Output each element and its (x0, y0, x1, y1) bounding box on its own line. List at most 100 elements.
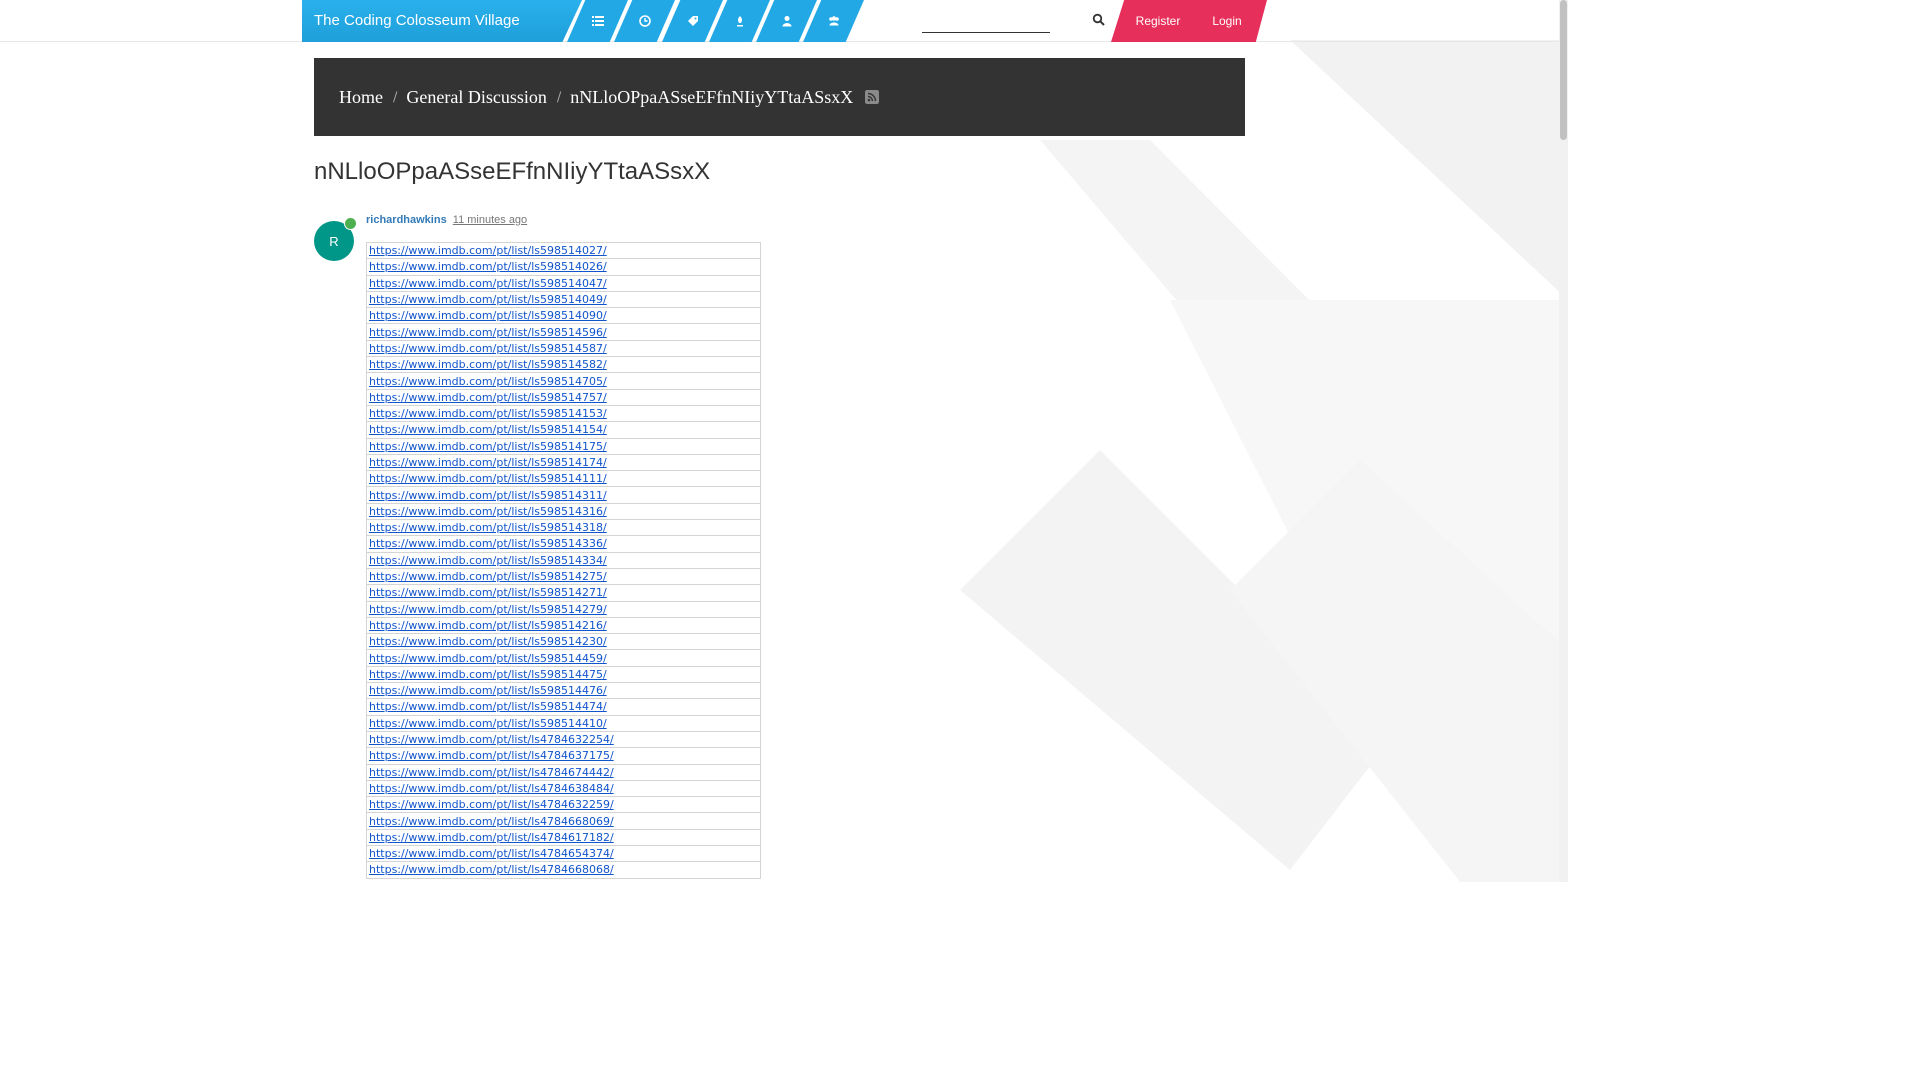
imdb-list-link[interactable]: https://www.imdb.com/pt/list/ls598514334… (369, 554, 607, 567)
tags-icon (687, 16, 698, 26)
post-links-table: https://www.imdb.com/pt/list/ls598514027… (366, 241, 761, 879)
table-cell: https://www.imdb.com/pt/list/ls598514279… (366, 600, 761, 618)
imdb-list-link[interactable]: https://www.imdb.com/pt/list/ls478463225… (369, 798, 614, 811)
table-row: https://www.imdb.com/pt/list/ls598514757… (366, 388, 761, 406)
topic-title: nNLloOPpaASseEFfnNIiyYTtaASsxX (314, 158, 711, 185)
post-timestamp[interactable]: 11 minutes ago (453, 214, 527, 226)
breadcrumb-category[interactable]: General Discussion (406, 87, 546, 108)
groups-icon (828, 16, 839, 26)
scrollbar-thumb[interactable] (1560, 0, 1567, 140)
table-cell: https://www.imdb.com/pt/list/ls478463225… (366, 796, 761, 814)
table-row: https://www.imdb.com/pt/list/ls598514026… (366, 258, 761, 276)
table-row: https://www.imdb.com/pt/list/ls478466806… (366, 812, 761, 830)
imdb-list-link[interactable]: https://www.imdb.com/pt/list/ls478463848… (369, 782, 614, 795)
imdb-list-link[interactable]: https://www.imdb.com/pt/list/ls598514047… (369, 277, 607, 290)
imdb-list-link[interactable]: https://www.imdb.com/pt/list/ls478463225… (369, 733, 614, 746)
rss-icon[interactable] (865, 90, 880, 104)
table-cell: https://www.imdb.com/pt/list/ls598514174… (366, 453, 761, 472)
imdb-list-link[interactable]: https://www.imdb.com/pt/list/ls598514027… (369, 244, 607, 257)
table-cell: https://www.imdb.com/pt/list/ls598514582… (366, 356, 761, 374)
table-row: https://www.imdb.com/pt/list/ls598514596… (366, 323, 761, 341)
brand-link[interactable]: The Coding Colosseum Village (302, 0, 582, 42)
table-row: https://www.imdb.com/pt/list/ls598514111… (366, 470, 761, 488)
imdb-list-link[interactable]: https://www.imdb.com/pt/list/ls598514476… (369, 684, 607, 697)
table-row: https://www.imdb.com/pt/list/ls478461718… (366, 828, 761, 846)
search-icon[interactable] (1092, 13, 1106, 27)
imdb-list-link[interactable]: https://www.imdb.com/pt/list/ls598514410… (369, 717, 607, 730)
table-cell: https://www.imdb.com/pt/list/ls478463848… (366, 779, 761, 798)
imdb-list-link[interactable]: https://www.imdb.com/pt/list/ls598514474… (369, 700, 607, 713)
imdb-list-link[interactable]: https://www.imdb.com/pt/list/ls598514318… (369, 521, 607, 534)
imdb-list-link[interactable]: https://www.imdb.com/pt/list/ls598514311… (369, 489, 607, 502)
table-cell: https://www.imdb.com/pt/list/ls598514596… (366, 323, 761, 341)
imdb-list-link[interactable]: https://www.imdb.com/pt/list/ls598514049… (369, 293, 607, 306)
imdb-list-link[interactable]: https://www.imdb.com/pt/list/ls598514705… (369, 375, 607, 388)
table-row: https://www.imdb.com/pt/list/ls598514410… (366, 714, 761, 732)
imdb-list-link[interactable]: https://www.imdb.com/pt/list/ls598514175… (369, 440, 607, 453)
table-cell: https://www.imdb.com/pt/list/ls478465437… (366, 844, 761, 863)
table-cell: https://www.imdb.com/pt/list/ls598514154… (366, 421, 761, 439)
table-row: https://www.imdb.com/pt/list/ls478463225… (366, 730, 761, 749)
imdb-list-link[interactable]: https://www.imdb.com/pt/list/ls598514216… (369, 619, 607, 632)
imdb-list-link[interactable]: https://www.imdb.com/pt/list/ls598514275… (369, 570, 607, 583)
table-row: https://www.imdb.com/pt/list/ls598514476… (366, 682, 761, 700)
imdb-list-link[interactable]: https://www.imdb.com/pt/list/ls598514153… (369, 407, 607, 420)
breadcrumb-home[interactable]: Home (339, 87, 383, 108)
imdb-list-link[interactable]: https://www.imdb.com/pt/list/ls598514757… (369, 391, 607, 404)
imdb-list-link[interactable]: https://www.imdb.com/pt/list/ls598514230… (369, 635, 607, 648)
table-row: https://www.imdb.com/pt/list/ls598514216… (366, 616, 761, 635)
table-row: https://www.imdb.com/pt/list/ls598514271… (366, 584, 761, 602)
table-row: https://www.imdb.com/pt/list/ls478463848… (366, 779, 761, 798)
imdb-list-link[interactable]: https://www.imdb.com/pt/list/ls478467444… (369, 766, 614, 779)
imdb-list-link[interactable]: https://www.imdb.com/pt/list/ls478466806… (369, 815, 614, 828)
scrollbar[interactable] (1559, 0, 1568, 882)
imdb-list-link[interactable]: https://www.imdb.com/pt/list/ls598514582… (369, 358, 607, 371)
imdb-list-link[interactable]: https://www.imdb.com/pt/list/ls598514026… (369, 260, 607, 273)
post-author-link[interactable]: richardhawkins (366, 214, 447, 226)
table-row: https://www.imdb.com/pt/list/ls598514230… (366, 633, 761, 651)
popular-icon (736, 16, 743, 27)
imdb-list-link[interactable]: https://www.imdb.com/pt/list/ls598514336… (369, 537, 607, 550)
imdb-list-link[interactable]: https://www.imdb.com/pt/list/ls598514279… (369, 603, 607, 616)
table-cell: https://www.imdb.com/pt/list/ls478463717… (366, 747, 761, 765)
search-input[interactable] (922, 10, 1050, 33)
imdb-list-link[interactable]: https://www.imdb.com/pt/list/ls478463717… (369, 749, 614, 762)
table-cell: https://www.imdb.com/pt/list/ls598514230… (366, 633, 761, 651)
table-row: https://www.imdb.com/pt/list/ls598514587… (366, 339, 761, 358)
table-cell: https://www.imdb.com/pt/list/ls598514587… (366, 339, 761, 358)
imdb-list-link[interactable]: https://www.imdb.com/pt/list/ls598514475… (369, 668, 607, 681)
imdb-list-link[interactable]: https://www.imdb.com/pt/list/ls478461718… (369, 831, 614, 844)
table-cell: https://www.imdb.com/pt/list/ls598514318… (366, 519, 761, 537)
imdb-list-link[interactable]: https://www.imdb.com/pt/list/ls598514111… (369, 472, 607, 485)
login-button[interactable]: Login (1187, 0, 1267, 42)
table-cell: https://www.imdb.com/pt/list/ls598514410… (366, 714, 761, 732)
imdb-list-link[interactable]: https://www.imdb.com/pt/list/ls598514587… (369, 342, 607, 355)
table-row: https://www.imdb.com/pt/list/ls598514174… (366, 453, 761, 472)
table-row: https://www.imdb.com/pt/list/ls478463717… (366, 747, 761, 765)
imdb-list-link[interactable]: https://www.imdb.com/pt/list/ls598514090… (369, 309, 607, 322)
imdb-list-link[interactable]: https://www.imdb.com/pt/list/ls598514154… (369, 423, 607, 436)
table-row: https://www.imdb.com/pt/list/ls598514311… (366, 486, 761, 504)
imdb-list-link[interactable]: https://www.imdb.com/pt/list/ls598514596… (369, 326, 607, 339)
table-cell: https://www.imdb.com/pt/list/ls478466806… (366, 861, 761, 879)
imdb-list-link[interactable]: https://www.imdb.com/pt/list/ls598514316… (369, 505, 607, 518)
table-row: https://www.imdb.com/pt/list/ls598514336… (366, 535, 761, 553)
table-cell: https://www.imdb.com/pt/list/ls598514275… (366, 567, 761, 586)
imdb-list-link[interactable]: https://www.imdb.com/pt/list/ls598514174… (369, 456, 607, 469)
table-cell: https://www.imdb.com/pt/list/ls598514705… (366, 372, 761, 390)
table-cell: https://www.imdb.com/pt/list/ls598514047… (366, 274, 761, 292)
imdb-list-link[interactable]: https://www.imdb.com/pt/list/ls598514271… (369, 586, 607, 599)
register-label: Register (1135, 14, 1181, 28)
table-row: https://www.imdb.com/pt/list/ls598514318… (366, 519, 761, 537)
imdb-list-link[interactable]: https://www.imdb.com/pt/list/ls478466806… (369, 863, 614, 876)
breadcrumb-current: nNLloOPpaASseEFfnNIiyYTtaASsxX (570, 86, 854, 107)
table-cell: https://www.imdb.com/pt/list/ls598514474… (366, 698, 761, 716)
table-row: https://www.imdb.com/pt/list/ls478465437… (366, 844, 761, 863)
imdb-list-link[interactable]: https://www.imdb.com/pt/list/ls478465437… (369, 847, 614, 860)
table-row: https://www.imdb.com/pt/list/ls598514459… (366, 649, 761, 667)
table-row: https://www.imdb.com/pt/list/ls598514049… (366, 290, 761, 309)
table-cell: https://www.imdb.com/pt/list/ls598514216… (366, 616, 761, 635)
imdb-list-link[interactable]: https://www.imdb.com/pt/list/ls598514459… (369, 652, 607, 665)
table-cell: https://www.imdb.com/pt/list/ls598514111… (366, 470, 761, 488)
avatar-letter: R (329, 233, 339, 249)
